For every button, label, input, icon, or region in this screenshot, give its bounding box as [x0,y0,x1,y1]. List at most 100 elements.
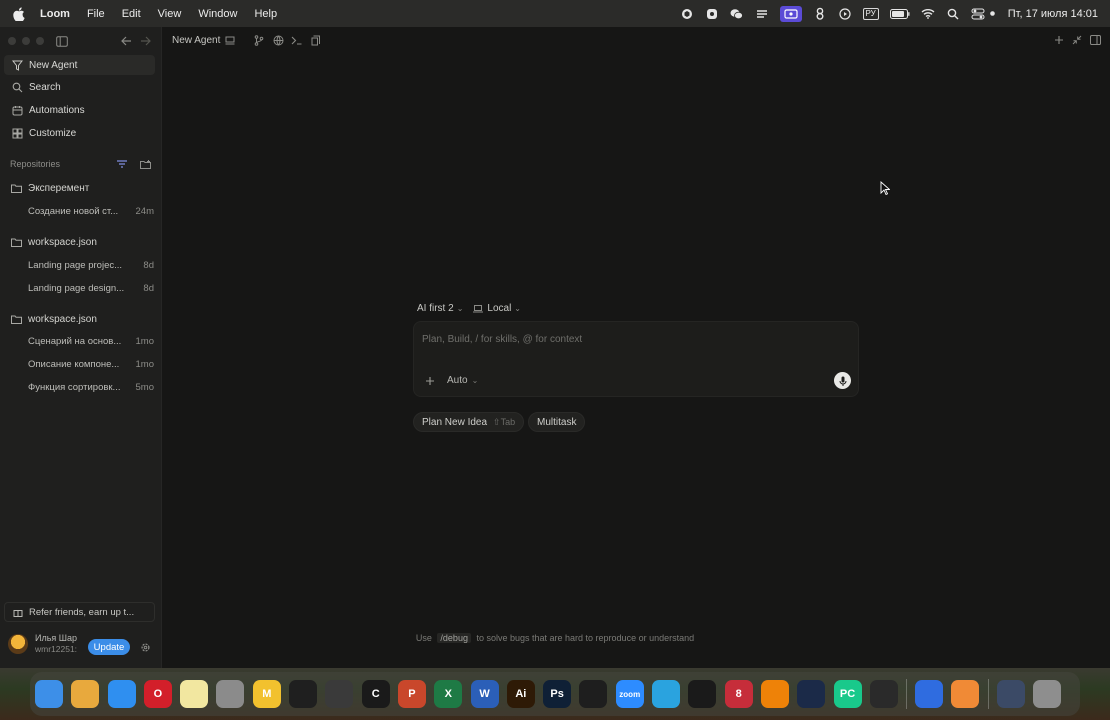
tray-shield-icon[interactable] [705,7,719,21]
input-language-indicator[interactable]: РУ [862,7,879,20]
menu-window[interactable]: Window [198,8,237,20]
dock-app-opera-icon[interactable]: O [143,680,172,708]
dock-app-zoom-icon[interactable]: zoom [615,680,644,708]
back-arrow-icon[interactable] [119,34,133,48]
dock-app-cursor-c-icon[interactable]: C [361,680,390,708]
globe-icon[interactable] [272,34,284,46]
sidebar-item-customize[interactable]: Customize [4,123,155,143]
menu-file[interactable]: File [87,8,105,20]
dock-app-starburst-icon[interactable] [688,680,717,708]
close-window-button[interactable] [8,37,16,45]
dock-app-photos-icon[interactable] [951,680,980,708]
tray-8-icon[interactable] [813,7,827,21]
dock-app-word-icon[interactable]: W [470,680,499,708]
menu-view[interactable]: View [158,8,182,20]
panel-toggle-icon[interactable] [1089,34,1101,46]
menu-help[interactable]: Help [254,8,277,20]
terminal-icon[interactable] [290,34,302,46]
dock-app-launchpad-icon[interactable] [71,680,100,708]
dock-app-telegram-icon[interactable] [652,680,681,708]
minimize-window-button[interactable] [22,37,30,45]
copy-icon[interactable] [310,34,322,46]
tray-play-icon[interactable] [838,7,852,21]
spotlight-search-icon[interactable] [946,7,960,21]
environment-selector[interactable]: Local ⌄ [473,303,521,314]
dock-app-final-cut-icon[interactable] [325,680,354,708]
hint-code: /debug [437,633,471,643]
sidebar-item-search[interactable]: Search [4,77,155,97]
plan-new-idea-chip[interactable]: Plan New Idea ⇧Tab [413,412,525,432]
sidebar-item-label: Automations [29,104,85,116]
sidebar-item-new-agent[interactable]: New Agent [4,55,155,75]
dock-app-safari-icon[interactable] [107,680,136,708]
branch-icon[interactable] [253,34,265,46]
dock-app-photoshop-icon[interactable]: Ps [543,680,572,708]
apple-menu-icon[interactable] [12,6,26,21]
chip-shortcut: ⇧Tab [493,416,516,427]
window-traffic-lights[interactable] [8,37,50,45]
microphone-button[interactable] [834,372,851,389]
refer-label: Refer friends, earn up t... [29,606,135,618]
dock-app-loom-icon[interactable] [289,680,318,708]
chat-list-item[interactable]: Создание новой ст... 24m [28,206,154,217]
dock-separator [987,679,989,709]
prompt-input[interactable] [422,331,822,347]
menu-edit[interactable]: Edit [122,8,141,20]
dock-app-pycharm-icon[interactable]: PC [833,680,862,708]
add-folder-icon[interactable] [139,158,151,170]
dock-app-illustrator-icon[interactable]: Ai [506,680,535,708]
mode-selector[interactable]: Auto ⌄ [447,375,478,386]
chat-age: 8d [143,283,154,294]
menu-bar-clock[interactable]: Пт, 17 июля 14:01 [1008,8,1098,20]
add-attachment-button[interactable] [422,373,438,389]
tray-screen-record-icon[interactable] [779,5,802,22]
dock-app-steam-icon[interactable] [797,680,826,708]
dock-app-miro-icon[interactable]: M [252,680,281,708]
archive-icon[interactable] [224,34,236,46]
collapse-icon[interactable] [1071,34,1083,46]
dock-app-figma-icon[interactable] [579,680,608,708]
plus-icon[interactable] [1053,34,1065,46]
battery-icon[interactable] [889,7,910,21]
dock-app-trash-icon[interactable] [1033,680,1062,708]
tray-wechat-icon[interactable] [730,7,744,21]
refer-friends-button[interactable]: Refer friends, earn up t... [4,602,155,622]
multitask-chip[interactable]: Multitask [528,412,586,432]
control-center-icon[interactable] [971,7,985,21]
dock-app-gear-app-icon[interactable] [915,680,944,708]
chat-list-item[interactable]: Функция сортировк... 5mo [28,382,154,393]
repositories-heading: Repositories [10,159,61,169]
dock-app-downloads-icon[interactable] [996,680,1025,708]
hint-text-before: Use [415,633,432,643]
dock-app-excel-icon[interactable]: X [434,680,463,708]
model-selector[interactable]: AI first 2 ⌄ [417,303,463,314]
filter-icon[interactable] [116,158,128,170]
chat-list-item[interactable]: Сценарий на основ... 1mo [28,336,154,347]
dock-app-box-app-icon[interactable] [869,680,898,708]
sidebar-item-automations[interactable]: Automations [4,100,155,120]
mouse-cursor-icon [880,181,890,195]
dock-app-finder-icon[interactable] [35,680,63,708]
agent-icon [11,59,23,71]
repo-item[interactable]: Эксперемент [10,182,89,194]
chat-list-item[interactable]: Landing page projec... 8d [28,260,154,271]
repo-item[interactable]: workspace.json [10,236,97,248]
gift-icon [12,607,23,618]
chat-age: 5mo [135,382,154,393]
zoom-window-button[interactable] [36,37,44,45]
app-menu[interactable]: Loom [40,8,70,20]
repo-item[interactable]: workspace.json [10,313,97,325]
dock-app-app-8-icon[interactable]: 8 [724,680,753,708]
toggle-sidebar-icon[interactable] [55,34,69,48]
page-title: New Agent [172,35,221,46]
chat-list-item[interactable]: Landing page design... 8d [28,283,154,294]
tray-list-icon[interactable] [755,7,769,21]
dock-app-powerpoint-icon[interactable]: P [397,680,426,708]
dock-app-notes-icon[interactable] [180,680,209,708]
chat-list-item[interactable]: Описание компоне... 1mo [28,359,154,370]
wifi-icon[interactable] [921,7,935,21]
forward-arrow-icon[interactable] [138,34,152,48]
dock-app-system-settings-icon[interactable] [216,680,245,708]
tray-cube-icon[interactable] [680,7,694,21]
dock-app-ok-icon[interactable] [760,680,789,708]
